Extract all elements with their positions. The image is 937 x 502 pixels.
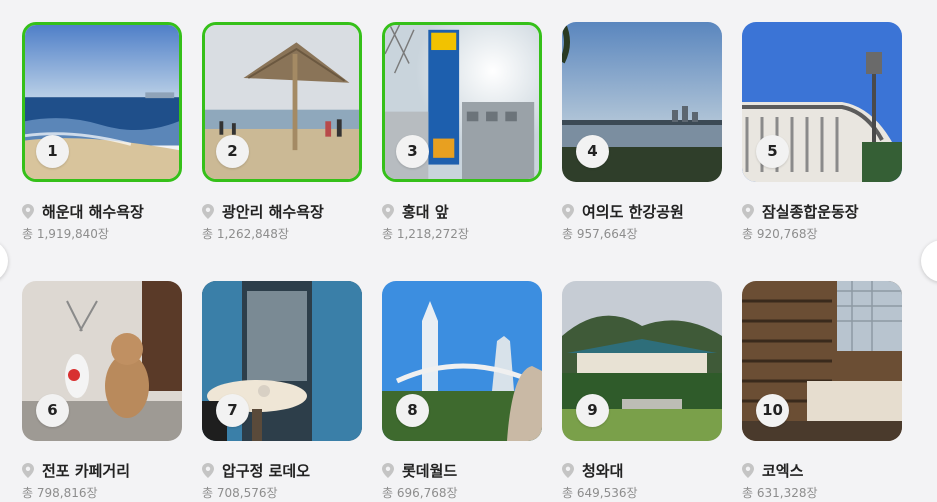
photo-count: 총 696,768장: [382, 486, 458, 500]
place-name[interactable]: 롯데월드: [402, 460, 457, 481]
rank-badge: 3: [396, 135, 429, 168]
map-pin-icon: [742, 203, 754, 219]
photo-count: 총 1,262,848장: [202, 227, 289, 241]
place-name[interactable]: 잠실종합운동장: [762, 201, 859, 222]
place-photo[interactable]: 5: [742, 22, 902, 182]
place-photo[interactable]: 2: [202, 22, 362, 182]
rank-badge: 6: [36, 394, 69, 427]
map-pin-icon: [382, 462, 394, 478]
place-ranking-grid: 1 해운대 해수욕장 총 1,919,840장 2 광안리 해수욕장 총 1,2…: [0, 0, 937, 502]
rank-badge: 10: [756, 394, 789, 427]
photo-count: 총 708,576장: [202, 486, 278, 500]
rank-badge: 1: [36, 135, 69, 168]
rank-badge: 7: [216, 394, 249, 427]
map-pin-icon: [562, 462, 574, 478]
rank-badge: 2: [216, 135, 249, 168]
place-photo[interactable]: 9: [562, 281, 722, 441]
map-pin-icon: [562, 203, 574, 219]
place-photo[interactable]: 8: [382, 281, 542, 441]
place-name[interactable]: 여의도 한강공원: [582, 201, 684, 222]
map-pin-icon: [202, 203, 214, 219]
place-name[interactable]: 홍대 앞: [402, 201, 449, 222]
place-photo[interactable]: 7: [202, 281, 362, 441]
rank-badge: 4: [576, 135, 609, 168]
photo-count: 총 649,536장: [562, 486, 638, 500]
map-pin-icon: [742, 462, 754, 478]
photo-count: 총 798,816장: [22, 486, 98, 500]
map-pin-icon: [22, 462, 34, 478]
photo-count: 총 957,664장: [562, 227, 638, 241]
photo-count: 총 1,218,272장: [382, 227, 469, 241]
photo-count: 총 920,768장: [742, 227, 818, 241]
place-name[interactable]: 청와대: [582, 460, 623, 481]
photo-count: 총 631,328장: [742, 486, 818, 500]
place-photo[interactable]: 6: [22, 281, 182, 441]
place-name[interactable]: 광안리 해수욕장: [222, 201, 324, 222]
place-photo[interactable]: 10: [742, 281, 902, 441]
rank-badge: 5: [756, 135, 789, 168]
map-pin-icon: [382, 203, 394, 219]
place-photo[interactable]: 4: [562, 22, 722, 182]
map-pin-icon: [202, 462, 214, 478]
place-name[interactable]: 전포 카페거리: [42, 460, 130, 481]
place-photo[interactable]: 1: [22, 22, 182, 182]
place-name[interactable]: 해운대 해수욕장: [42, 201, 144, 222]
place-name[interactable]: 압구정 로데오: [222, 460, 310, 481]
place-name[interactable]: 코엑스: [762, 460, 803, 481]
place-photo[interactable]: 3: [382, 22, 542, 182]
rank-badge: 8: [396, 394, 429, 427]
rank-badge: 9: [576, 394, 609, 427]
map-pin-icon: [22, 203, 34, 219]
photo-count: 총 1,919,840장: [22, 227, 109, 241]
